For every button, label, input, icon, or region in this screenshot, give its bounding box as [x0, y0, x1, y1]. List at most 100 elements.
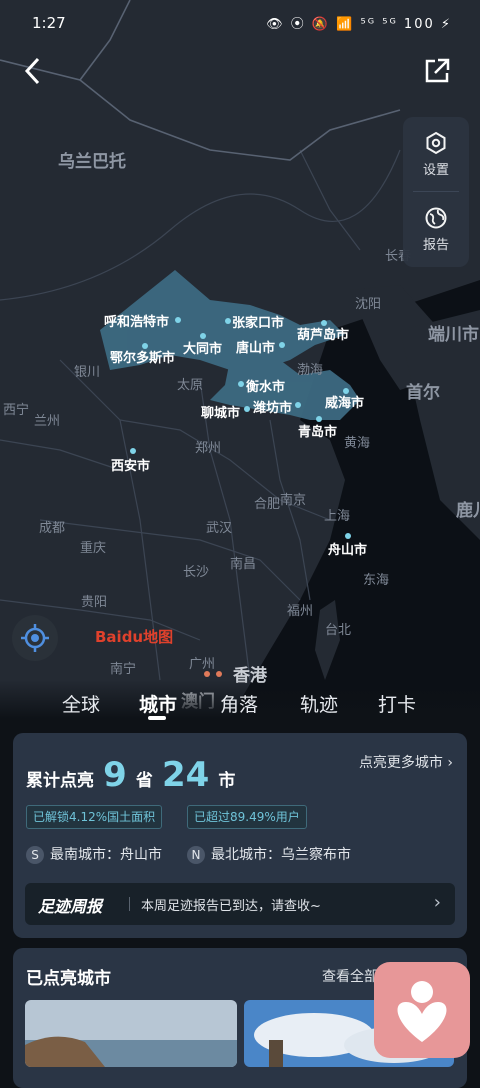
baidu-logo: Baidu地图	[95, 626, 173, 647]
weekly-title: 足迹周报	[38, 897, 103, 916]
place-label: 成都	[39, 521, 66, 536]
report-label: 报告	[422, 238, 449, 253]
map-pin	[216, 671, 222, 677]
settings-button[interactable]: 设置	[403, 131, 469, 178]
place-label: 南昌	[230, 557, 257, 572]
locate-icon	[21, 624, 49, 652]
settings-icon	[426, 131, 446, 155]
status-bar: 1:27 👁 ⦿ 🔕 📶 ⁵ᴳ ⁵ᴳ 100 ⚡	[0, 0, 480, 46]
chevron-right-icon: ›	[433, 892, 441, 913]
light-more-label: 点亮更多城市	[358, 755, 443, 771]
place-label: 南宁	[110, 662, 137, 677]
province-unit: 省	[135, 771, 153, 791]
city-photo[interactable]	[25, 1000, 237, 1067]
southmost-city: S 最南城市：舟山市	[26, 844, 162, 864]
tab-city[interactable]: 城市	[139, 690, 177, 717]
place-label: 乌兰巴托	[58, 152, 126, 172]
chevron-left-icon	[24, 57, 40, 85]
tab-track[interactable]: 轨迹	[300, 690, 338, 717]
place-label: 南京	[280, 493, 307, 508]
city-label[interactable]: 葫芦岛市	[297, 324, 349, 343]
place-label: 重庆	[80, 541, 107, 556]
city-dot	[130, 448, 136, 454]
place-label: 黄海	[344, 436, 371, 451]
city-label[interactable]: 聊城市	[201, 402, 240, 421]
place-label: 福州	[287, 604, 314, 619]
city-label[interactable]: 西安市	[111, 455, 150, 474]
place-label: 鹿儿	[456, 501, 480, 521]
place-label: 合肥	[254, 497, 281, 512]
place-label: 银川	[74, 365, 101, 380]
light-more-link[interactable]: 点亮更多城市 ›	[359, 752, 453, 772]
city-label[interactable]: 衡水市	[246, 376, 285, 395]
place-label: 东海	[363, 573, 390, 588]
baidu-logo-text: Baidu地图	[95, 628, 174, 646]
chevron-right-icon: ›	[447, 755, 453, 771]
map-base	[0, 0, 480, 735]
city-label[interactable]: 青岛市	[298, 421, 337, 440]
back-button[interactable]	[20, 54, 50, 88]
globe-icon	[425, 207, 447, 229]
place-label: 首尔	[406, 383, 440, 403]
report-button[interactable]: 报告	[403, 206, 469, 253]
place-label: 沈阳	[355, 297, 382, 312]
place-label: 郑州	[195, 441, 222, 456]
place-label: 贵阳	[81, 595, 108, 610]
place-label: 兰州	[34, 414, 61, 429]
place-label: 上海	[324, 509, 351, 524]
northmost-city: N 最北城市：乌兰察布市	[187, 844, 351, 864]
settings-label: 设置	[422, 163, 449, 178]
map-side-panel: 设置 报告	[403, 117, 469, 267]
view-all-link[interactable]: 查看全部	[322, 966, 378, 986]
map-pin	[204, 671, 210, 677]
city-dot	[238, 381, 244, 387]
status-time: 1:27	[32, 14, 66, 32]
city-label[interactable]: 潍坊市	[253, 397, 292, 416]
city-unit: 市	[218, 771, 236, 791]
place-label: 太原	[177, 378, 204, 393]
map-view[interactable]: 乌兰巴托 长春 沈阳 渤海 端川市 首尔 银川 太原 西宁 兰州 郑州 黄海 合…	[0, 0, 480, 735]
north-badge: N	[187, 846, 205, 864]
city-label[interactable]: 舟山市	[328, 539, 367, 558]
city-dot	[279, 342, 285, 348]
city-label[interactable]: 威海市	[325, 392, 364, 411]
heart-person-icon	[397, 981, 447, 1042]
place-label: 端川市	[428, 325, 479, 345]
city-label[interactable]: 呼和浩特市	[104, 311, 169, 330]
city-dot	[295, 402, 301, 408]
city-label[interactable]: 大同市	[183, 338, 222, 357]
place-label: 长沙	[183, 565, 210, 580]
province-count: 9	[103, 755, 127, 795]
city-label[interactable]: 鄂尔多斯市	[110, 347, 175, 366]
north-text: 最北城市：乌兰察布市	[211, 847, 351, 863]
south-text: 最南城市：舟山市	[50, 847, 162, 863]
share-icon	[425, 58, 450, 83]
area-chip: 已解锁4.12%国土面积	[26, 805, 163, 829]
place-label: 广州	[189, 657, 216, 672]
place-label: 武汉	[206, 521, 233, 536]
floating-app-button[interactable]	[374, 962, 470, 1058]
weekly-text: 本周足迹报告已到达，请查收~	[141, 899, 321, 914]
city-dot	[244, 406, 250, 412]
weekly-report-bar[interactable]: 足迹周报 本周足迹报告已到达，请查收~ ›	[25, 883, 455, 925]
tab-indicator	[148, 716, 166, 720]
city-label[interactable]: 唐山市	[236, 337, 275, 356]
tab-global[interactable]: 全球	[62, 690, 100, 717]
city-photo-image	[25, 1000, 237, 1067]
summary-card: 累计点亮 9 省 24 市 点亮更多城市 › 已解锁4.12%国土面积 已超过8…	[13, 733, 467, 938]
locate-button[interactable]	[12, 615, 58, 661]
tab-checkin[interactable]: 打卡	[378, 690, 416, 717]
tab-corner[interactable]: 角落	[220, 690, 258, 717]
lit-cities-title: 已点亮城市	[26, 969, 111, 989]
rank-chip: 已超过89.49%用户	[187, 805, 307, 829]
summary-prefix: 累计点亮	[26, 771, 94, 791]
city-dot	[225, 318, 231, 324]
place-label: 西宁	[3, 403, 30, 418]
city-label[interactable]: 张家口市	[232, 312, 284, 331]
summary-headline: 累计点亮 9 省 24 市	[26, 755, 235, 795]
place-label: 渤海	[297, 363, 324, 378]
share-button[interactable]	[422, 56, 452, 86]
place-label: 台北	[325, 623, 352, 638]
status-icons: 👁 ⦿ 🔕 📶 ⁵ᴳ ⁵ᴳ 100 ⚡	[266, 17, 452, 32]
city-dot	[175, 317, 181, 323]
